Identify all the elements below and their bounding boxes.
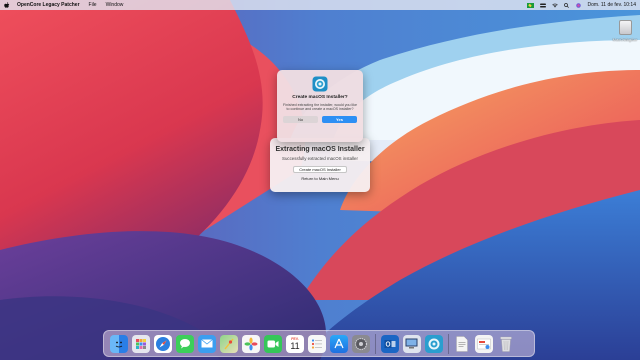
- photos-icon[interactable]: [242, 334, 260, 353]
- alert-buttons: No Yes: [277, 115, 363, 123]
- opencore-patcher-dock-icon[interactable]: [424, 334, 443, 353]
- reminders-icon[interactable]: [308, 334, 326, 353]
- calendar-day: 11: [290, 340, 300, 351]
- menu-clock[interactable]: Dom. 11 de fev. 10:14: [588, 2, 636, 8]
- search-icon[interactable]: [563, 2, 570, 8]
- finder-icon[interactable]: [110, 334, 128, 353]
- launchpad-icon[interactable]: [132, 334, 150, 353]
- desktop-disk-item[interactable]: MacOsBigSur: [612, 20, 638, 42]
- siri-icon[interactable]: [575, 2, 582, 8]
- trash-icon[interactable]: [497, 335, 515, 353]
- return-main-menu-button[interactable]: Return to Main Menu: [293, 176, 347, 183]
- preview-icon[interactable]: [402, 334, 421, 353]
- opencore-patcher-icon: [312, 76, 328, 92]
- app-store-icon[interactable]: [330, 334, 348, 353]
- mail-icon[interactable]: [198, 334, 216, 353]
- apple-icon[interactable]: [4, 1, 10, 9]
- calendar-icon[interactable]: FEV. 11: [286, 334, 304, 353]
- create-installer-alert: Create macOS Installer? Finished extract…: [277, 70, 363, 142]
- create-installer-button[interactable]: Create macOS Installer: [293, 166, 347, 173]
- menu-status-area: Dom. 11 de fev. 10:14: [526, 2, 636, 8]
- desktop-disk-label: MacOsBigSur: [612, 37, 638, 42]
- menu-window[interactable]: Window: [106, 2, 124, 8]
- no-button[interactable]: No: [283, 115, 318, 123]
- control-center-icon[interactable]: [539, 3, 546, 8]
- outlook-icon[interactable]: [380, 334, 399, 353]
- window-title: Extracting macOS Installer: [275, 146, 365, 153]
- safari-icon[interactable]: [154, 334, 172, 353]
- yes-button[interactable]: Yes: [322, 115, 357, 123]
- document-icon[interactable]: [453, 335, 471, 353]
- input-source-flag-icon[interactable]: [526, 2, 534, 8]
- hard-disk-icon: [618, 20, 632, 35]
- menu-bar: OpenCore Legacy Patcher File Window Dom.…: [0, 0, 640, 10]
- messages-icon[interactable]: [176, 334, 194, 353]
- alert-title: Create macOS Installer?: [292, 95, 348, 100]
- facetime-icon[interactable]: [264, 334, 282, 353]
- wifi-icon[interactable]: [551, 3, 558, 8]
- dock: FEV. 11: [103, 330, 535, 357]
- menu-file[interactable]: File: [89, 2, 97, 8]
- extracting-window: Extracting macOS Installer Successfully …: [270, 138, 370, 192]
- dock-separator: [375, 333, 376, 354]
- alert-message: Finished extracting the installer, would…: [283, 103, 357, 112]
- maps-icon[interactable]: [220, 334, 238, 353]
- menu-app-name[interactable]: OpenCore Legacy Patcher: [17, 2, 80, 8]
- dock-separator-2: [447, 333, 449, 354]
- system-preferences-icon[interactable]: [352, 334, 370, 353]
- window-subtitle: Successfully extracted macOS installer: [282, 156, 358, 161]
- downloads-icon[interactable]: [475, 334, 494, 353]
